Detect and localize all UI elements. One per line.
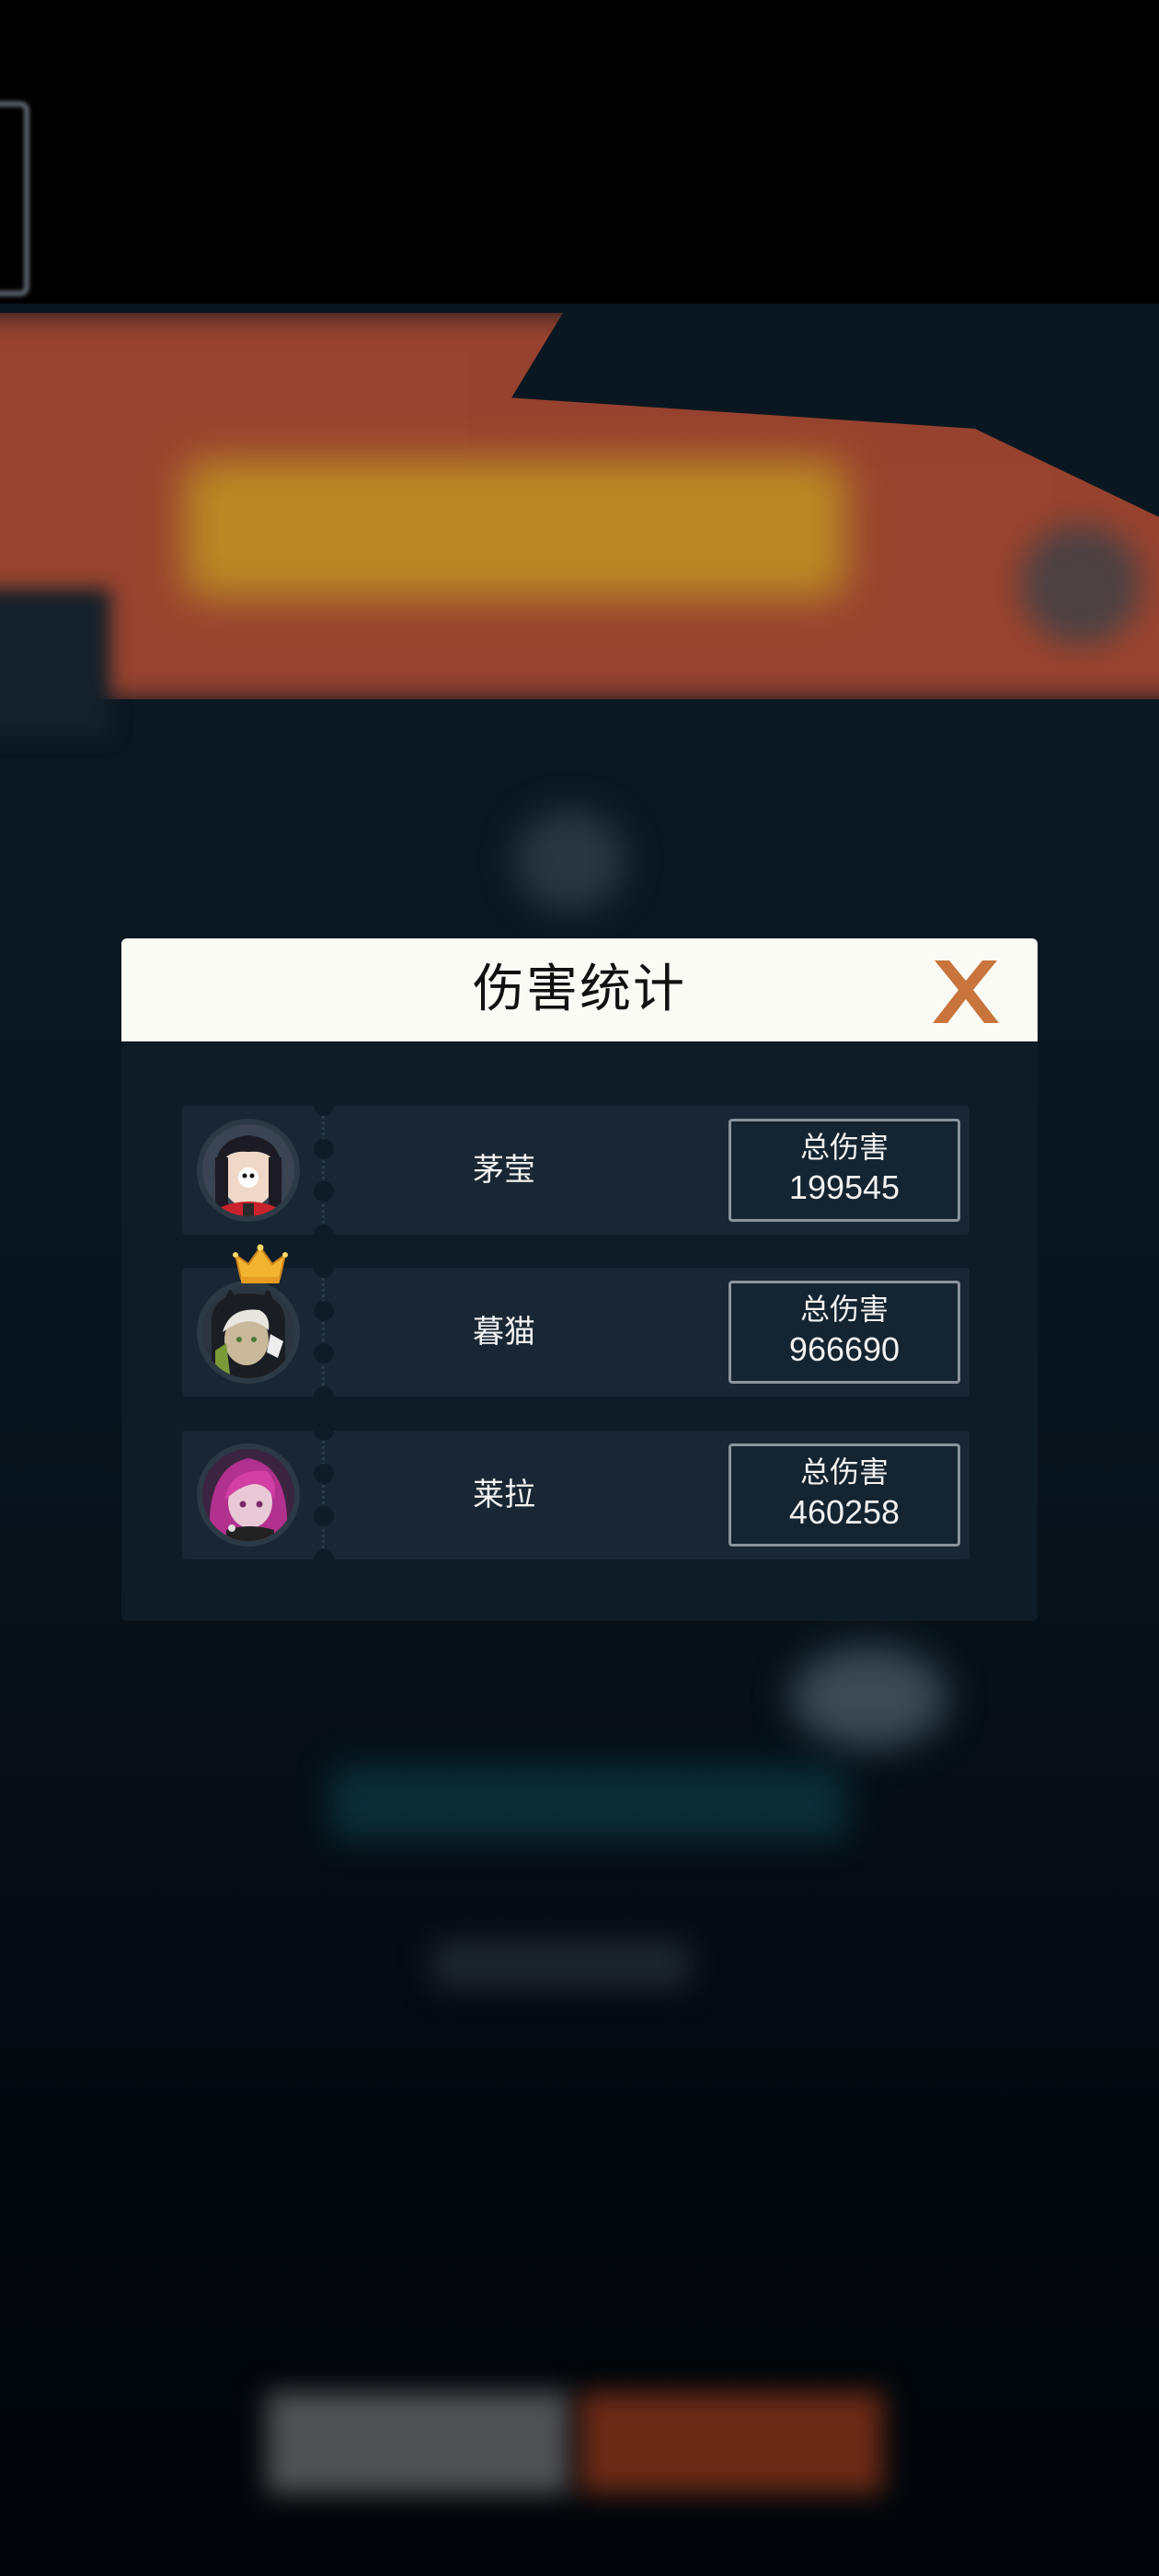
perforation-notch — [314, 1301, 334, 1321]
total-damage-box: 总伤害 966690 — [729, 1281, 960, 1384]
player-name: 暮猫 — [473, 1314, 535, 1351]
player-name: 莱拉 — [473, 1477, 535, 1513]
portrait-dark-hair-icon — [202, 1124, 294, 1216]
bg-blur-bar — [331, 1766, 846, 1840]
avatar-frame — [197, 1281, 300, 1384]
avatar-frame — [197, 1443, 300, 1547]
ticket-perforation — [322, 1106, 327, 1235]
perforation-notch — [314, 1464, 334, 1484]
perforation-notch — [314, 1343, 334, 1363]
bg-blur-text — [432, 1941, 690, 1987]
bg-banner-title — [184, 460, 846, 598]
close-button[interactable] — [927, 955, 1004, 1029]
bg-icon-blur — [515, 810, 625, 911]
bg-round-button — [1021, 524, 1141, 644]
ticket-perforation — [322, 1268, 327, 1397]
player-row: 暮猫 总伤害 966690 — [182, 1244, 970, 1407]
player-name: 茅莹 — [473, 1152, 535, 1189]
bg-top-black — [0, 0, 1159, 304]
perforation-notch — [314, 1096, 334, 1116]
perforation-notch — [314, 1506, 334, 1526]
total-damage-value: 199545 — [788, 1168, 901, 1206]
perforation-notch — [314, 1258, 334, 1278]
avatar-frame — [197, 1119, 300, 1222]
perforation-notch — [314, 1181, 334, 1202]
damage-stats-modal: 伤害统计 茅莹 总伤害 199545 暮猫 总伤害 966690 莱拉 总伤害 … — [121, 938, 1038, 1621]
bg-side-button — [0, 101, 29, 296]
total-damage-value: 966690 — [788, 1330, 901, 1368]
total-damage-label: 总伤害 — [799, 1455, 889, 1489]
bg-blur-element — [791, 1647, 947, 1748]
bg-button-red — [580, 2392, 883, 2493]
player-row: 茅莹 总伤害 199545 — [182, 1096, 970, 1245]
total-damage-value: 460258 — [788, 1493, 901, 1531]
perforation-notch — [314, 1139, 334, 1159]
ticket-perforation — [322, 1431, 327, 1559]
total-damage-label: 总伤害 — [799, 1292, 889, 1327]
total-damage-box: 总伤害 199545 — [729, 1119, 960, 1222]
perforation-notch — [314, 1549, 334, 1570]
total-damage-label: 总伤害 — [799, 1130, 889, 1165]
perforation-notch — [314, 1420, 334, 1441]
crown-icon — [232, 1242, 289, 1286]
modal-title: 伤害统计 — [473, 960, 686, 1019]
bg-banner-shadow — [0, 589, 110, 736]
bg-button-gray — [267, 2392, 570, 2493]
modal-header: 伤害统计 — [121, 938, 1038, 1041]
player-row: 莱拉 总伤害 460258 — [182, 1420, 970, 1570]
total-damage-box: 总伤害 460258 — [729, 1443, 960, 1547]
portrait-cat-ear-hood-icon — [202, 1286, 294, 1378]
portrait-pink-hair-icon — [202, 1449, 294, 1541]
close-x-icon — [933, 960, 999, 1023]
perforation-notch — [314, 1225, 334, 1245]
perforation-notch — [314, 1386, 334, 1407]
